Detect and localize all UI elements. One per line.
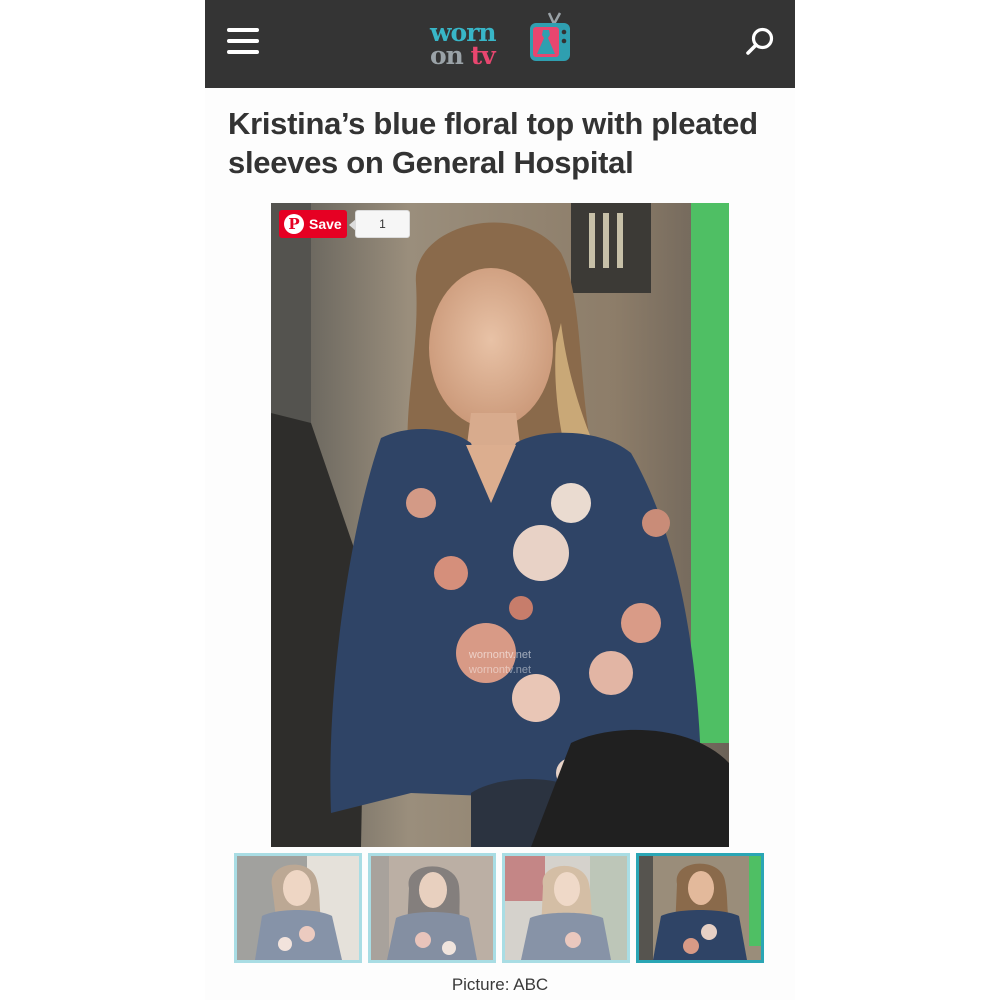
gallery-thumbnail-2[interactable] [368,853,496,963]
search-icon[interactable] [745,26,775,56]
hamburger-menu-icon[interactable] [227,28,259,54]
photo-credit: Picture: ABC [451,975,549,994]
pinterest-save-count: 1 [349,210,410,238]
pinterest-save-label: Save [309,216,342,232]
gallery-thumbnail-3[interactable] [502,853,630,963]
gallery-thumbnail-4[interactable] [636,853,764,963]
phone-screen: worn on tv Kristina’s blue floral top wi… [205,0,795,1000]
pinterest-logo-icon: P [284,214,304,234]
logo-word-on-tv: on tv [430,41,496,70]
main-photo[interactable]: wornontv.net wornontv.net [271,203,729,847]
site-logo[interactable]: worn on tv [430,10,575,78]
photo-watermark-2: wornontv.net [468,664,531,676]
pinterest-save-button[interactable]: P Save [279,210,347,238]
gallery-thumbnail-1[interactable] [234,853,362,963]
tv-dress-icon [530,12,570,61]
photo-watermark: wornontv.net [468,649,531,661]
site-header: worn on tv [205,0,795,88]
article-title: Kristina’s blue floral top with pleated … [228,106,758,180]
